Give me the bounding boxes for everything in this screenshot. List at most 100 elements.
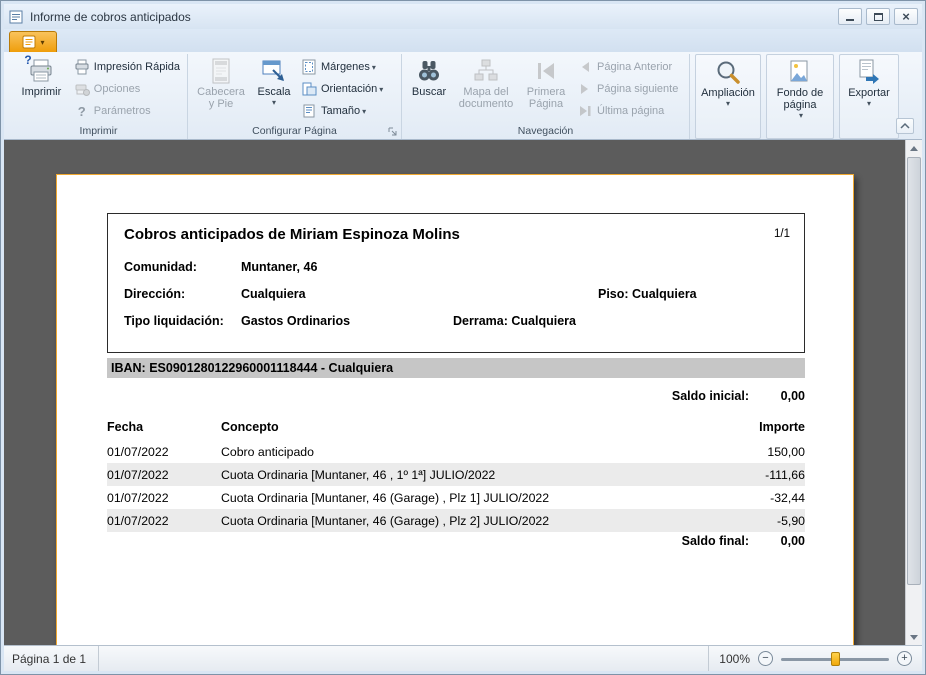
- document-preview-area[interactable]: Cobros anticipados de Miriam Espinoza Mo…: [4, 140, 922, 645]
- minimize-icon: [846, 19, 854, 21]
- report-page: Cobros anticipados de Miriam Espinoza Mo…: [56, 174, 854, 645]
- margins-icon: [301, 59, 317, 75]
- saldo-final-value: 0,00: [749, 534, 805, 548]
- quick-print-label: Impresión Rápida: [94, 61, 180, 73]
- next-page-label: Página siguiente: [597, 83, 678, 95]
- vertical-scrollbar[interactable]: [905, 140, 922, 645]
- page-background-button[interactable]: Fondo de página ▾: [768, 55, 832, 120]
- table-row: 01/07/2022 Cuota Ordinaria [Muntaner, 46…: [107, 463, 805, 486]
- last-page-button[interactable]: Última página: [573, 100, 685, 122]
- zoom-slider[interactable]: [781, 651, 889, 667]
- saldo-final-row: Saldo final: 0,00: [107, 531, 805, 551]
- chevron-down-icon: ▾: [272, 99, 276, 107]
- printer-question-icon: ?: [27, 57, 55, 85]
- chevron-down-icon: ▾: [372, 63, 376, 72]
- collapse-ribbon-button[interactable]: [896, 118, 914, 134]
- maximize-button[interactable]: [866, 8, 890, 25]
- header-footer-label: Cabecera y Pie: [193, 86, 249, 110]
- ribbon-group-ampliacion: Ampliación ▾: [695, 54, 761, 139]
- first-page-label: Primera Página: [521, 86, 571, 110]
- print-preview-window: Informe de cobros anticipados × ▾ ? Impr…: [0, 0, 926, 675]
- saldo-final-label: Saldo final:: [682, 534, 749, 548]
- margins-label: Márgenes: [321, 61, 370, 73]
- scrollbar-thumb[interactable]: [907, 157, 921, 585]
- scale-label: Escala: [257, 86, 290, 98]
- scale-button[interactable]: Escala ▾: [251, 54, 297, 107]
- search-binoculars-icon: [415, 57, 443, 85]
- chevron-down-icon: ▾: [799, 111, 803, 120]
- group-label-navegacion: Navegación: [405, 124, 686, 139]
- scroll-up-button[interactable]: [906, 140, 922, 156]
- zoom-slider-thumb[interactable]: [831, 652, 840, 666]
- report-window-icon: [8, 9, 26, 25]
- page-size-button[interactable]: Tamaño ▾: [297, 100, 397, 122]
- ribbon-group-configurar-pagina: Cabecera y Pie Escala ▾ Márgenes ▾ Ori: [188, 54, 402, 139]
- ribbon-group-imprimir: ? Imprimir Impresión Rápida Opciones ?: [10, 54, 188, 139]
- previous-page-icon: [577, 59, 593, 75]
- search-button[interactable]: Buscar: [405, 54, 453, 98]
- last-page-icon: [577, 103, 593, 119]
- close-button[interactable]: ×: [894, 8, 918, 25]
- chevron-down-icon: ▾: [726, 100, 730, 108]
- zoom-controls: 100% − +: [708, 646, 922, 671]
- parameters-icon: ?: [74, 103, 90, 119]
- print-button[interactable]: ? Imprimir: [13, 54, 70, 98]
- chevron-down-icon: ▾: [867, 100, 871, 108]
- zoom-menu-button[interactable]: Ampliación ▾: [697, 55, 759, 108]
- menu-tab[interactable]: ▾: [9, 31, 57, 52]
- page-background-icon: [786, 58, 814, 86]
- minimize-button[interactable]: [838, 8, 862, 25]
- cell-importe: -111,66: [715, 468, 805, 482]
- scroll-down-button[interactable]: [906, 629, 922, 645]
- table-header-row: Fecha Concepto Importe: [107, 414, 805, 440]
- chevron-up-icon: [899, 122, 911, 130]
- page-size-label: Tamaño: [321, 105, 360, 117]
- field-derrama: Derrama: Cualquiera: [453, 314, 576, 328]
- group-label-exportar: [840, 123, 898, 138]
- cell-fecha: 01/07/2022: [107, 514, 221, 528]
- header-concepto: Concepto: [221, 420, 715, 434]
- quick-print-button[interactable]: Impresión Rápida: [70, 56, 184, 78]
- zoom-menu-label: Ampliación: [701, 87, 755, 99]
- saldo-inicial-value: 0,00: [749, 389, 805, 403]
- cell-fecha: 01/07/2022: [107, 491, 221, 505]
- saldo-inicial-label: Saldo inicial:: [672, 389, 749, 403]
- close-icon: ×: [902, 10, 910, 23]
- parameters-label: Parámetros: [94, 105, 151, 117]
- statusbar: Página 1 de 1 100% − +: [4, 645, 922, 671]
- margins-button[interactable]: Márgenes ▾: [297, 56, 397, 78]
- movements-table: Fecha Concepto Importe 01/07/2022 Cobro …: [107, 414, 805, 532]
- page-indicator: 1/1: [774, 228, 790, 240]
- iban-bar: IBAN: ES0901280122960001118444 - Cualqui…: [107, 358, 805, 378]
- orientation-icon: [301, 81, 317, 97]
- document-map-label: Mapa del documento: [455, 86, 517, 110]
- report-title: Cobros anticipados de Miriam Espinoza Mo…: [124, 226, 460, 243]
- orientation-button[interactable]: Orientación ▾: [297, 78, 397, 100]
- parameters-button[interactable]: ? Parámetros: [70, 100, 184, 122]
- group-label-ampliacion: [696, 123, 760, 138]
- group-label-fondo-pagina: [767, 123, 833, 138]
- field-label-tipo-liquidacion: Tipo liquidación:: [124, 314, 224, 328]
- zoom-out-button[interactable]: −: [758, 651, 773, 666]
- orientation-label: Orientación: [321, 83, 377, 95]
- search-label: Buscar: [412, 86, 446, 98]
- page-setup-dialog-launcher-icon[interactable]: [386, 125, 398, 137]
- table-row: 01/07/2022 Cuota Ordinaria [Muntaner, 46…: [107, 509, 805, 532]
- cell-importe: -32,44: [715, 491, 805, 505]
- first-page-button[interactable]: Primera Página: [519, 54, 573, 110]
- next-page-button[interactable]: Página siguiente: [573, 78, 685, 100]
- window-title: Informe de cobros anticipados: [30, 10, 834, 24]
- zoom-in-button[interactable]: +: [897, 651, 912, 666]
- ribbon-group-exportar: Exportar ▾: [839, 54, 899, 139]
- table-row: 01/07/2022 Cobro anticipado 150,00: [107, 440, 805, 463]
- document-map-button[interactable]: Mapa del documento: [453, 54, 519, 110]
- export-button[interactable]: Exportar ▾: [841, 55, 897, 108]
- chevron-down-icon: ▾: [362, 107, 366, 116]
- print-button-label: Imprimir: [22, 86, 62, 98]
- previous-page-button[interactable]: Página Anterior: [573, 56, 685, 78]
- report-header-box: Cobros anticipados de Miriam Espinoza Mo…: [107, 213, 805, 353]
- header-footer-button[interactable]: Cabecera y Pie: [191, 54, 251, 110]
- ribbon-group-navegacion: Buscar Mapa del documento Primera Página…: [402, 54, 690, 139]
- print-options-button[interactable]: Opciones: [70, 78, 184, 100]
- cell-concepto: Cuota Ordinaria [Muntaner, 46 , 1º 1ª] J…: [221, 468, 715, 482]
